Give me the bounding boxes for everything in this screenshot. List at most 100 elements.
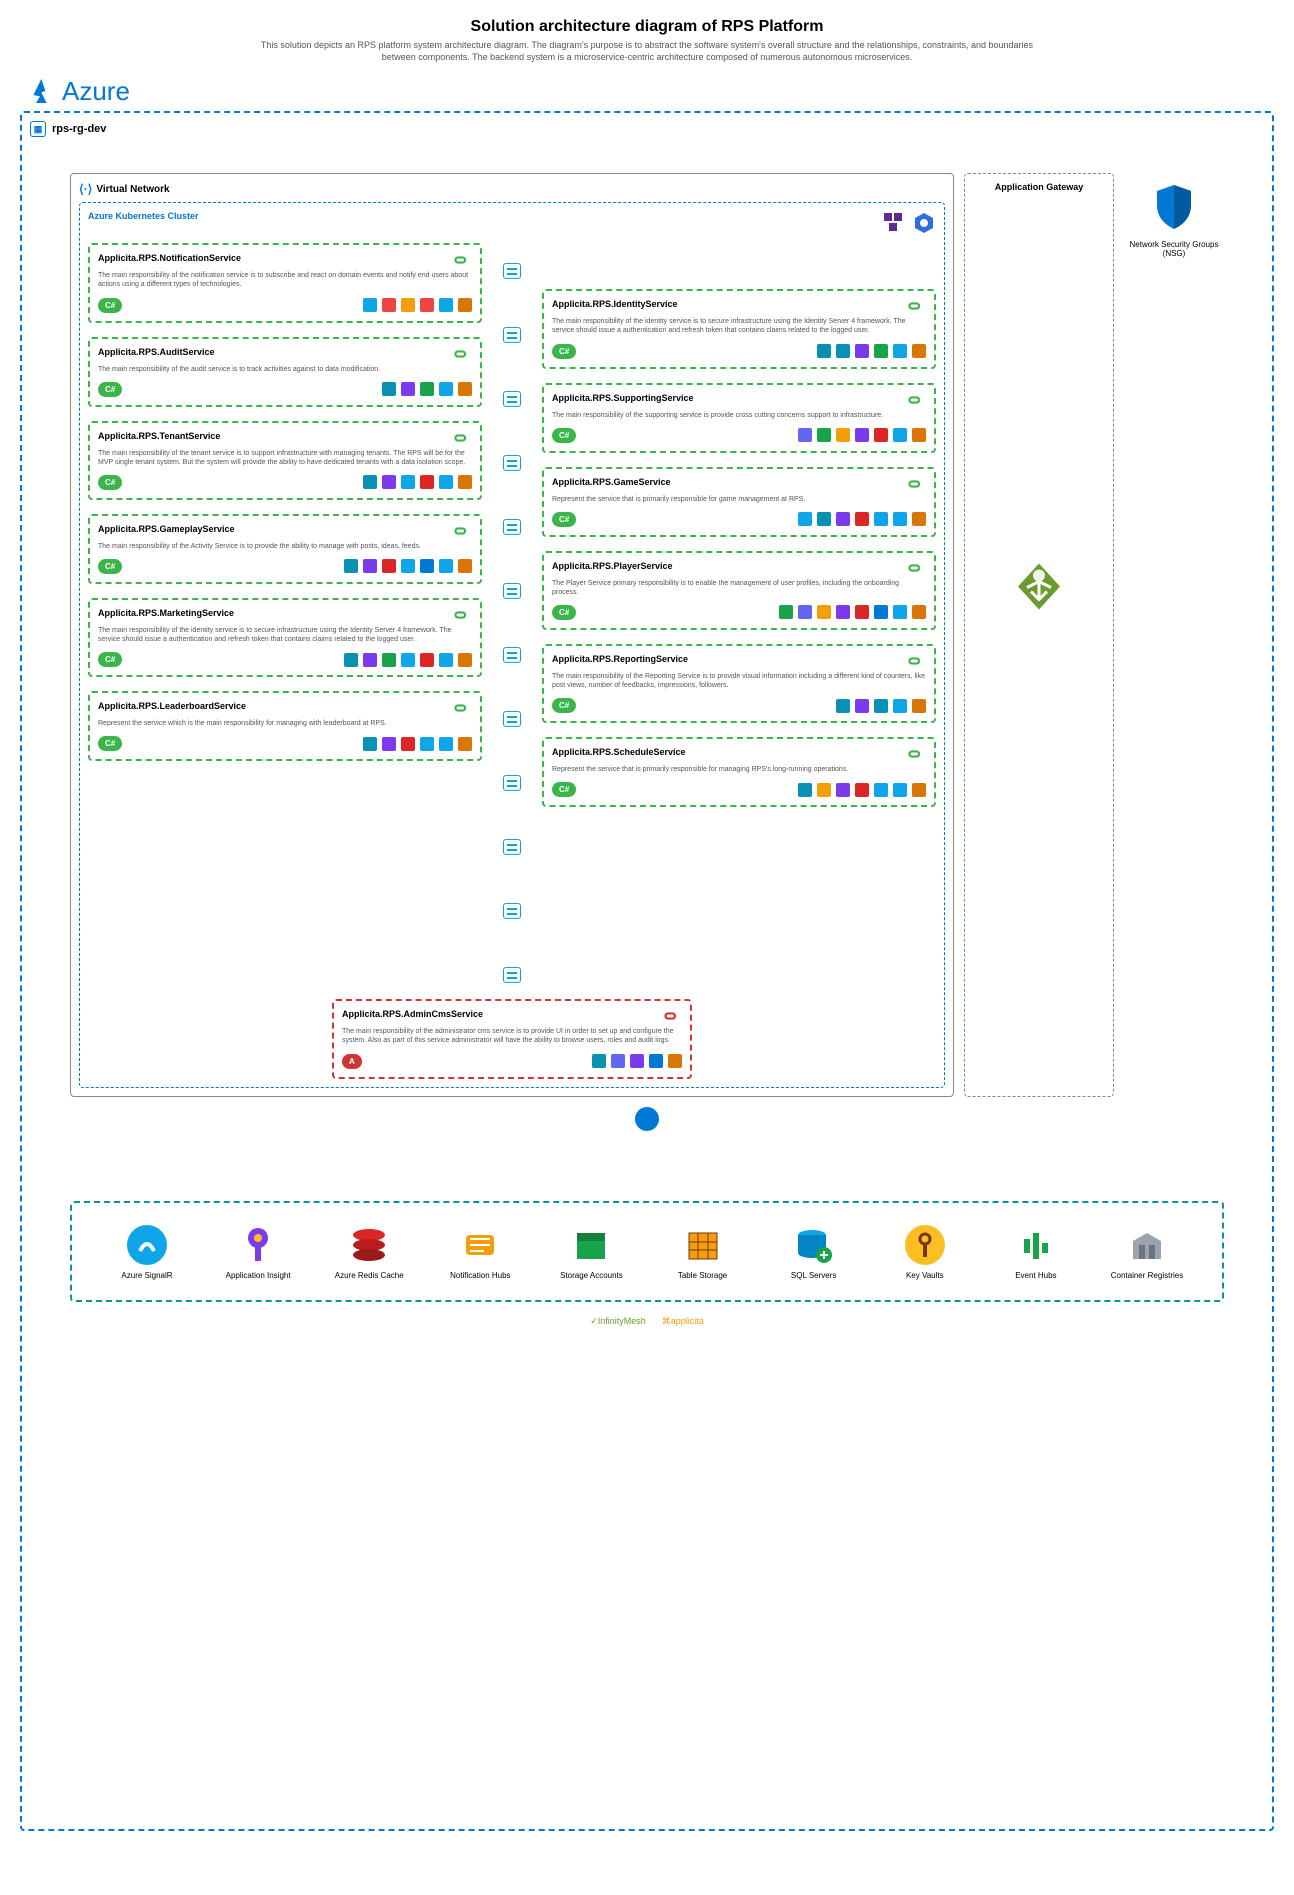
language-badge: C# (98, 382, 122, 397)
footer: ✓InfinityMesh ⌘applicita (30, 1316, 1264, 1327)
table-icon (681, 1223, 725, 1267)
resource-eventhub: Event Hubs (991, 1223, 1081, 1280)
tech-mediatr-icon (798, 783, 812, 797)
center-connector-column (492, 243, 532, 983)
service-name: Applicita.RPS.GameService (552, 477, 671, 487)
virtual-network-box: ⟨·⟩ Virtual Network Azure Kubernetes Clu… (70, 173, 954, 1096)
service-description: The main responsibility of the Reporting… (552, 672, 926, 690)
resource-keyvault: Key Vaults (880, 1223, 970, 1280)
tech-swagger-icon (912, 428, 926, 442)
tech-docker-icon (893, 344, 907, 358)
resource-group-name: rps-rg-dev (52, 123, 106, 135)
language-badge: C# (552, 512, 576, 527)
tech-hangfire-icon (382, 737, 396, 751)
tech-redis-icon (420, 653, 434, 667)
tech-azure-icon (649, 1054, 663, 1068)
tech-icons (363, 737, 472, 751)
connector-node-icon (503, 775, 521, 791)
tech-icons (592, 1054, 682, 1068)
chain-link-icon (450, 524, 472, 538)
tech-mail-icon (401, 298, 415, 312)
chain-link-icon (904, 299, 926, 313)
kubernetes-icon (912, 211, 936, 235)
tech-signalr-icon (363, 298, 377, 312)
language-badge: C# (552, 698, 576, 713)
service-description: The main responsibility of the Activity … (98, 542, 472, 551)
container-icon (882, 211, 906, 235)
service-box: Applicita.RPS.AuditService The main resp… (88, 337, 482, 407)
tech-storage-icon (779, 605, 793, 619)
connector-node-icon (503, 839, 521, 855)
tech-hangfire-icon (855, 699, 869, 713)
connector-node-icon (503, 455, 521, 471)
tech-swagger-icon (458, 382, 472, 396)
service-box: Applicita.RPS.GameService Represent the … (542, 467, 936, 537)
service-name: Applicita.RPS.SupportingService (552, 393, 694, 403)
language-badge: C# (98, 736, 122, 751)
tech-icons (798, 783, 926, 797)
language-badge: C# (552, 344, 576, 359)
tech-hangfire-icon (836, 605, 850, 619)
tech-icons (798, 428, 926, 442)
tech-hangfire-icon (855, 344, 869, 358)
chain-link-icon (450, 701, 472, 715)
service-name: Applicita.RPS.AdminCmsService (342, 1009, 483, 1019)
tech-swagger-icon (458, 653, 472, 667)
service-name: Applicita.RPS.TenantService (98, 431, 220, 441)
service-name: Applicita.RPS.AuditService (98, 347, 215, 357)
tech-sql-icon (420, 737, 434, 751)
service-box: Applicita.RPS.GameplayService The main r… (88, 514, 482, 584)
service-box: Applicita.RPS.LeaderboardService Represe… (88, 691, 482, 761)
connector-node-icon (503, 327, 521, 343)
tech-docker-icon (893, 605, 907, 619)
connector-node-icon (503, 263, 521, 279)
resource-label: Table Storage (658, 1271, 748, 1280)
tech-redis-icon (855, 605, 869, 619)
service-box: Applicita.RPS.MarketingService The main … (88, 598, 482, 677)
service-box: Applicita.RPS.ScheduleService Represent … (542, 737, 936, 807)
tech-swagger-icon (458, 737, 472, 751)
tech-redis-icon (855, 783, 869, 797)
service-box: Applicita.RPS.NotificationService The ma… (88, 243, 482, 322)
service-box: Applicita.RPS.PlayerService The Player S… (542, 551, 936, 630)
tech-cube-icon (798, 428, 812, 442)
connector-node-icon (503, 903, 521, 919)
tech-hangfire-icon (363, 653, 377, 667)
tech-swagger-icon (458, 559, 472, 573)
resource-sql: SQL Servers (769, 1223, 859, 1280)
nothub-icon (458, 1223, 502, 1267)
tech-hangfire-icon (836, 783, 850, 797)
service-box: Applicita.RPS.SupportingService The main… (542, 383, 936, 453)
azure-resources-row: Azure SignalRApplication InsightAzure Re… (70, 1201, 1224, 1302)
signalr-icon (125, 1223, 169, 1267)
connector-node-icon (503, 967, 521, 983)
tech-hangfire-icon (855, 428, 869, 442)
azure-logo: Azure (24, 75, 1274, 107)
tech-mediatr-icon (382, 382, 396, 396)
tech-mediatr-icon (836, 344, 850, 358)
service-box: Applicita.RPS.AdminCmsService The main r… (332, 999, 692, 1078)
language-badge: A (342, 1054, 362, 1069)
tech-swagger-icon (668, 1054, 682, 1068)
chain-link-icon (450, 608, 472, 622)
tech-icons (363, 475, 472, 489)
tech-docker-icon (893, 512, 907, 526)
application-gateway-box: Application Gateway (964, 173, 1114, 1096)
resource-label: Azure SignalR (102, 1271, 192, 1280)
tech-docker-icon (439, 382, 453, 396)
tech-sql-icon (874, 783, 888, 797)
chain-link-icon (904, 477, 926, 491)
service-description: The main responsibility of the supportin… (552, 411, 926, 420)
tech-icons (779, 605, 926, 619)
tech-icons (382, 382, 472, 396)
keyvault-icon (903, 1223, 947, 1267)
connector-node-icon (503, 711, 521, 727)
service-description: The main responsibility of the audit ser… (98, 365, 472, 374)
language-badge: C# (552, 782, 576, 797)
tech-swagger-icon (912, 344, 926, 358)
sql-icon (792, 1223, 836, 1267)
tech-docker-icon (893, 699, 907, 713)
tech-icons (817, 344, 926, 358)
tech-sql-icon (874, 512, 888, 526)
resource-label: Event Hubs (991, 1271, 1081, 1280)
